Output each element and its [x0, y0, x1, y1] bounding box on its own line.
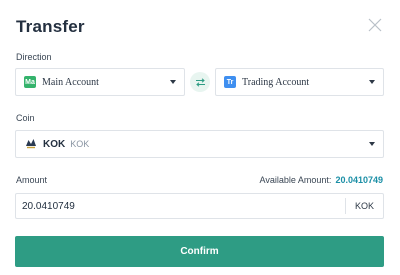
- available-amount: Available Amount: 20.0410749: [260, 175, 383, 185]
- to-account-select[interactable]: Tr Trading Account: [215, 68, 384, 96]
- chevron-down-icon: [369, 142, 375, 146]
- available-amount-value[interactable]: 20.0410749: [335, 175, 383, 185]
- amount-field: KOK: [15, 193, 384, 219]
- confirm-button[interactable]: Confirm: [15, 236, 384, 267]
- coin-select[interactable]: KOK KOK: [15, 130, 384, 158]
- kok-coin-icon: [26, 139, 36, 149]
- direction-label: Direction: [16, 52, 52, 62]
- coin-label: Coin: [16, 113, 35, 123]
- main-account-icon: Ma: [24, 76, 36, 88]
- swap-arrows-icon: [195, 77, 205, 87]
- amount-input[interactable]: [16, 194, 345, 218]
- swap-direction-button[interactable]: [190, 72, 210, 92]
- amount-label: Amount: [16, 175, 48, 185]
- dialog-title: Transfer: [16, 17, 85, 36]
- amount-unit: KOK: [345, 198, 383, 214]
- chevron-down-icon: [170, 80, 176, 84]
- chevron-down-icon: [369, 80, 375, 84]
- from-account-select[interactable]: Ma Main Account: [15, 68, 185, 96]
- from-account-name: Main Account: [42, 76, 99, 88]
- trading-account-icon: Tr: [224, 76, 236, 88]
- close-icon[interactable]: [366, 16, 384, 34]
- to-account-name: Trading Account: [242, 76, 310, 88]
- coin-symbol: KOK: [43, 138, 66, 150]
- available-amount-label: Available Amount:: [259, 175, 332, 185]
- coin-name: KOK: [70, 139, 90, 149]
